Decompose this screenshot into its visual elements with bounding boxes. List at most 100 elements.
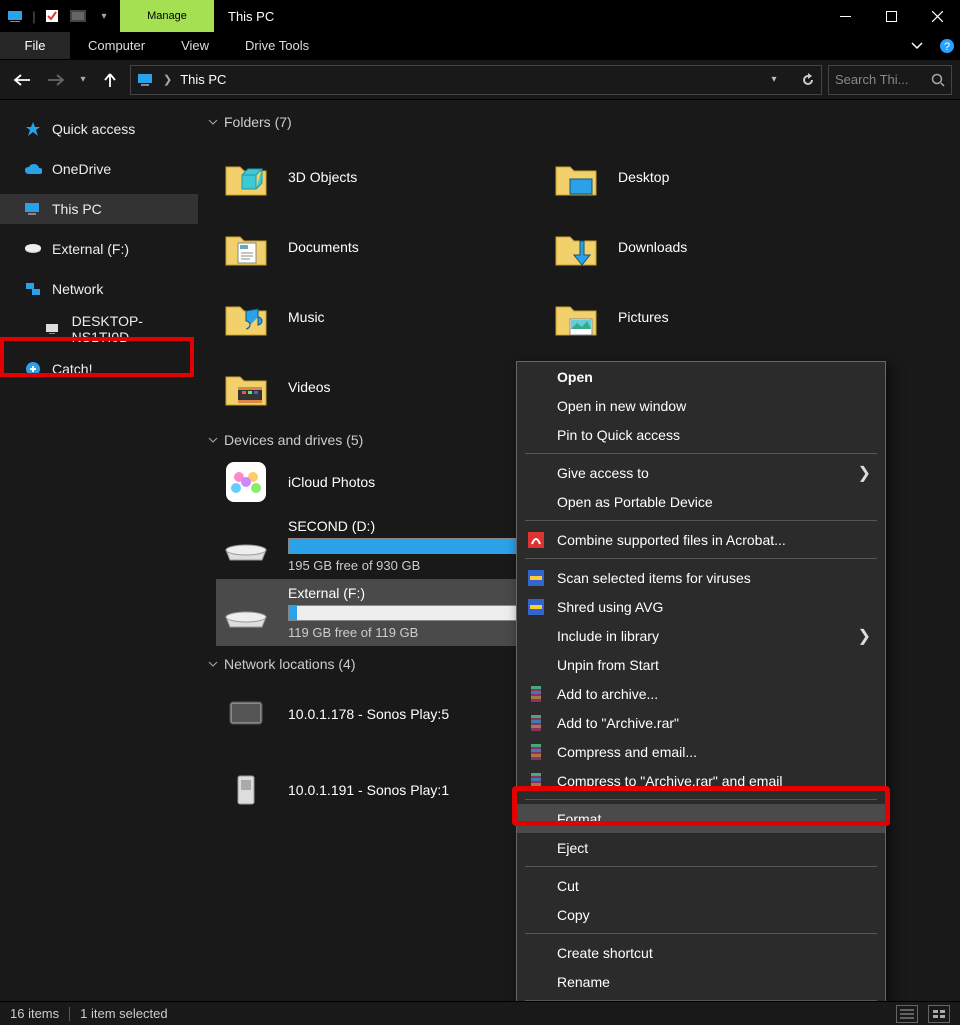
context-separator — [525, 933, 877, 934]
context-item-copy[interactable]: Copy — [517, 900, 885, 929]
folder-documents[interactable]: Documents — [216, 212, 546, 282]
folder-3d-objects[interactable]: 3D Objects — [216, 142, 546, 212]
context-item-shred-using-avg[interactable]: Shred using AVG — [517, 592, 885, 621]
search-input[interactable]: Search Thi... — [828, 65, 952, 95]
folder-music[interactable]: Music — [216, 282, 546, 352]
ql-properties-icon[interactable] — [40, 0, 64, 32]
context-item-compress-to-archive-rar-and-email[interactable]: Compress to "Archive.rar" and email — [517, 766, 885, 795]
context-item-label: Pin to Quick access — [557, 427, 680, 443]
folder-label: Desktop — [618, 169, 669, 185]
context-separator — [525, 520, 877, 521]
drive-icon — [24, 240, 42, 258]
context-item-unpin-from-start[interactable]: Unpin from Start — [517, 650, 885, 679]
context-item-open-in-new-window[interactable]: Open in new window — [517, 391, 885, 420]
maximize-button[interactable] — [868, 0, 914, 32]
sidebar-item-label: External (F:) — [52, 241, 129, 257]
refresh-icon[interactable] — [795, 66, 821, 94]
ql-folder-icon[interactable] — [66, 0, 90, 32]
ribbon-tab-view[interactable]: View — [163, 32, 227, 59]
context-item-cut[interactable]: Cut — [517, 871, 885, 900]
address-dropdown-icon[interactable]: ▾ — [761, 66, 787, 94]
context-item-label: Add to archive... — [557, 686, 658, 702]
titlebar: | ▾ Manage This PC — [0, 0, 960, 32]
folder-pictures[interactable]: Pictures — [546, 282, 876, 352]
context-item-label: Unpin from Start — [557, 657, 659, 673]
context-item-pin-to-quick-access[interactable]: Pin to Quick access — [517, 420, 885, 449]
view-large-button[interactable] — [928, 1005, 950, 1023]
ribbon-tab-computer[interactable]: Computer — [70, 32, 163, 59]
context-item-label: Open in new window — [557, 398, 686, 414]
view-details-button[interactable] — [896, 1005, 918, 1023]
close-button[interactable] — [914, 0, 960, 32]
context-item-combine-supported-files-in-acrobat[interactable]: Combine supported files in Acrobat... — [517, 525, 885, 554]
folder-videos[interactable]: Videos — [216, 352, 546, 422]
sidebar-item-label: Catch! — [52, 361, 92, 377]
section-header-label: Devices and drives (5) — [224, 432, 363, 448]
context-separator — [525, 558, 877, 559]
minimize-button[interactable] — [822, 0, 868, 32]
folder-downloads[interactable]: Downloads — [546, 212, 876, 282]
context-item-include-in-library[interactable]: Include in library❯ — [517, 621, 885, 650]
chevron-right-icon[interactable]: ❯ — [163, 73, 172, 86]
context-item-create-shortcut[interactable]: Create shortcut — [517, 938, 885, 967]
chevron-down-icon — [208, 435, 218, 445]
context-item-format[interactable]: Format... — [517, 804, 885, 833]
sidebar-item-catch[interactable]: Catch! — [0, 354, 198, 384]
search-placeholder: Search Thi... — [835, 72, 931, 87]
context-item-label: Scan selected items for viruses — [557, 570, 751, 586]
folder-label: Pictures — [618, 309, 669, 325]
context-item-open-as-portable-device[interactable]: Open as Portable Device — [517, 487, 885, 516]
sidebar-item-desktop-host[interactable]: DESKTOP-NS1TI0D — [0, 314, 198, 344]
breadcrumb[interactable]: This PC — [180, 72, 226, 87]
context-item-add-to-archive-rar[interactable]: Add to "Archive.rar" — [517, 708, 885, 737]
section-header-label: Network locations (4) — [224, 656, 356, 672]
sidebar-item-quick-access[interactable]: Quick access — [0, 114, 198, 144]
status-bar: 16 items 1 item selected — [0, 1001, 960, 1025]
context-item-label: Cut — [557, 878, 579, 894]
folder-desktop[interactable]: Desktop — [546, 142, 876, 212]
context-item-give-access-to[interactable]: Give access to❯ — [517, 458, 885, 487]
forward-button[interactable] — [42, 66, 70, 94]
sidebar-item-onedrive[interactable]: OneDrive — [0, 154, 198, 184]
up-button[interactable] — [96, 66, 124, 94]
status-separator — [69, 1007, 70, 1021]
sidebar-item-this-pc[interactable]: This PC — [0, 194, 198, 224]
context-menu: Open Open in new window Pin to Quick acces… — [516, 361, 886, 1001]
avg-icon — [527, 598, 545, 616]
file-menu[interactable]: File — [0, 32, 70, 59]
sidebar-item-network[interactable]: Network — [0, 274, 198, 304]
network-icon — [24, 280, 42, 298]
recent-dropdown-icon[interactable]: ▾ — [76, 66, 90, 94]
context-item-label: Include in library — [557, 628, 659, 644]
rar-icon — [527, 772, 545, 790]
ribbon-tab-drive-tools[interactable]: Drive Tools — [227, 32, 327, 59]
context-item-open[interactable]: Open — [517, 362, 885, 391]
ribbon-contextual-tab[interactable]: Manage — [120, 0, 214, 32]
context-item-compress-and-email[interactable]: Compress and email... — [517, 737, 885, 766]
address-bar[interactable]: ❯ This PC ▾ — [130, 65, 822, 95]
help-icon[interactable]: ? — [934, 32, 960, 59]
icloud-icon — [222, 458, 270, 506]
context-item-eject[interactable]: Eject — [517, 833, 885, 862]
ql-dropdown-icon[interactable]: ▾ — [92, 0, 116, 32]
section-header-folders[interactable]: Folders (7) — [198, 110, 960, 134]
context-item-label: Combine supported files in Acrobat... — [557, 532, 786, 548]
context-item-scan-selected-items-for-viruses[interactable]: Scan selected items for viruses — [517, 563, 885, 592]
folder-label: Documents — [288, 239, 359, 255]
app-icon — [4, 0, 28, 32]
ribbon-tab-label: Computer — [88, 38, 145, 53]
status-selected-count: 1 item selected — [80, 1006, 167, 1021]
ribbon-collapse-icon[interactable] — [900, 32, 934, 59]
quick-launch: | ▾ — [0, 0, 120, 32]
chevron-right-icon: ❯ — [858, 463, 871, 483]
context-item-add-to-archive[interactable]: Add to archive... — [517, 679, 885, 708]
sidebar-item-external[interactable]: External (F:) — [0, 234, 198, 264]
back-button[interactable] — [8, 66, 36, 94]
chevron-down-icon — [208, 659, 218, 669]
context-item-rename[interactable]: Rename — [517, 967, 885, 996]
sidebar-item-label: Quick access — [52, 121, 135, 137]
search-icon — [931, 73, 945, 87]
sidebar-item-label: DESKTOP-NS1TI0D — [72, 313, 198, 345]
folder-label: 3D Objects — [288, 169, 357, 185]
navigation-bar: ▾ ❯ This PC ▾ Search Thi... — [0, 60, 960, 100]
